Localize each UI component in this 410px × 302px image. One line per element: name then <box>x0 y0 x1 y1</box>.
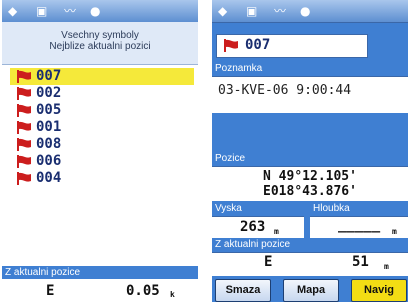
note-field[interactable]: 03-KVE-06 9:00:44 <box>212 76 408 113</box>
list-item[interactable]: 006 <box>10 153 194 170</box>
waypoint-list-screen: ◆ ▣ 〰 ● Vsechny symboly Nejblize aktualn… <box>2 0 198 302</box>
distance-value: 0.05 <box>126 283 160 299</box>
depth-value: _____ <box>338 217 381 233</box>
list-item[interactable]: 002 <box>10 85 194 102</box>
flag-icon <box>17 155 31 168</box>
list-item[interactable]: 001 <box>10 119 194 136</box>
status-bar: ◆ ▣ 〰 ● <box>2 0 198 23</box>
navigate-button[interactable]: Navig <box>351 279 407 302</box>
waypoint-name: 001 <box>36 119 62 135</box>
distance-unit: m <box>384 262 389 271</box>
list-header: Vsechny symboly Nejblize aktualni pozici <box>2 22 198 65</box>
waypoint-name: 004 <box>36 170 62 186</box>
waypoint-name-field[interactable]: 007 <box>216 34 368 58</box>
latitude-value: N 49°12.105' <box>263 169 357 184</box>
battery-icon: ● <box>90 4 101 18</box>
flag-icon <box>17 104 31 117</box>
depth-unit: m <box>392 227 397 236</box>
track-icon: 〰 <box>274 4 287 18</box>
track-icon: 〰 <box>64 4 77 18</box>
depth-field[interactable]: _____ m <box>310 216 408 239</box>
from-position-field: E 51 m <box>212 252 408 273</box>
distance-label: Z aktualni pozice <box>2 266 198 279</box>
altitude-label: Vyska <box>212 202 305 215</box>
flag-icon <box>17 87 31 100</box>
filter-label: Vsechny symboly <box>61 30 139 41</box>
battery-icon: ● <box>300 4 311 18</box>
gps-signal-icon: ▣ <box>246 4 258 18</box>
depth-label: Hloubka <box>310 202 408 215</box>
altitude-field[interactable]: 263 m <box>212 216 304 239</box>
altitude-unit: m <box>274 227 279 236</box>
distance-field: E 0.05 k <box>2 280 198 302</box>
longitude-value: E018°43.876' <box>263 184 357 199</box>
flag-icon <box>17 172 31 185</box>
distance-unit: k <box>170 290 175 299</box>
waypoint-name: 008 <box>36 136 62 152</box>
altitude-value: 263 <box>240 219 266 235</box>
waypoint-name: 006 <box>36 153 62 169</box>
waypoint-name: 002 <box>36 85 62 101</box>
list-item[interactable]: 004 <box>10 170 194 187</box>
direction-value: E <box>264 254 273 270</box>
distance-value: 51 <box>352 254 369 270</box>
satellite-icon: ◆ <box>8 4 18 18</box>
direction-value: E <box>46 283 55 299</box>
waypoint-name: 007 <box>245 37 271 53</box>
waypoint-detail-screen: ◆ ▣ 〰 ● 007 Poznamka 03-KVE-06 9:00:44 P… <box>212 0 408 302</box>
flag-icon <box>17 138 31 151</box>
flag-icon <box>17 70 31 83</box>
position-label: Pozice <box>212 152 408 165</box>
note-value: 03-KVE-06 9:00:44 <box>218 83 352 98</box>
gps-signal-icon: ▣ <box>36 4 48 18</box>
from-position-label: Z aktualni pozice <box>212 238 408 251</box>
status-bar: ◆ ▣ 〰 ● <box>212 0 408 23</box>
flag-icon <box>17 121 31 134</box>
waypoint-name: 005 <box>36 102 62 118</box>
list-item[interactable]: 007 <box>10 68 194 85</box>
position-field[interactable]: N 49°12.105' E018°43.876' <box>212 166 408 201</box>
list-item[interactable]: 005 <box>10 102 194 119</box>
list-item[interactable]: 008 <box>10 136 194 153</box>
note-label: Poznamka <box>212 62 408 75</box>
action-bar: Smaza Mapa Navig <box>212 276 408 302</box>
waypoint-list: 007 002 005 001 008 006 004 <box>10 68 194 187</box>
flag-icon <box>224 39 238 52</box>
map-button[interactable]: Mapa <box>283 279 339 302</box>
waypoint-name: 007 <box>36 68 62 84</box>
satellite-icon: ◆ <box>218 4 228 18</box>
sort-label: Nejblize aktualni pozici <box>49 41 151 52</box>
delete-button[interactable]: Smaza <box>215 279 271 302</box>
